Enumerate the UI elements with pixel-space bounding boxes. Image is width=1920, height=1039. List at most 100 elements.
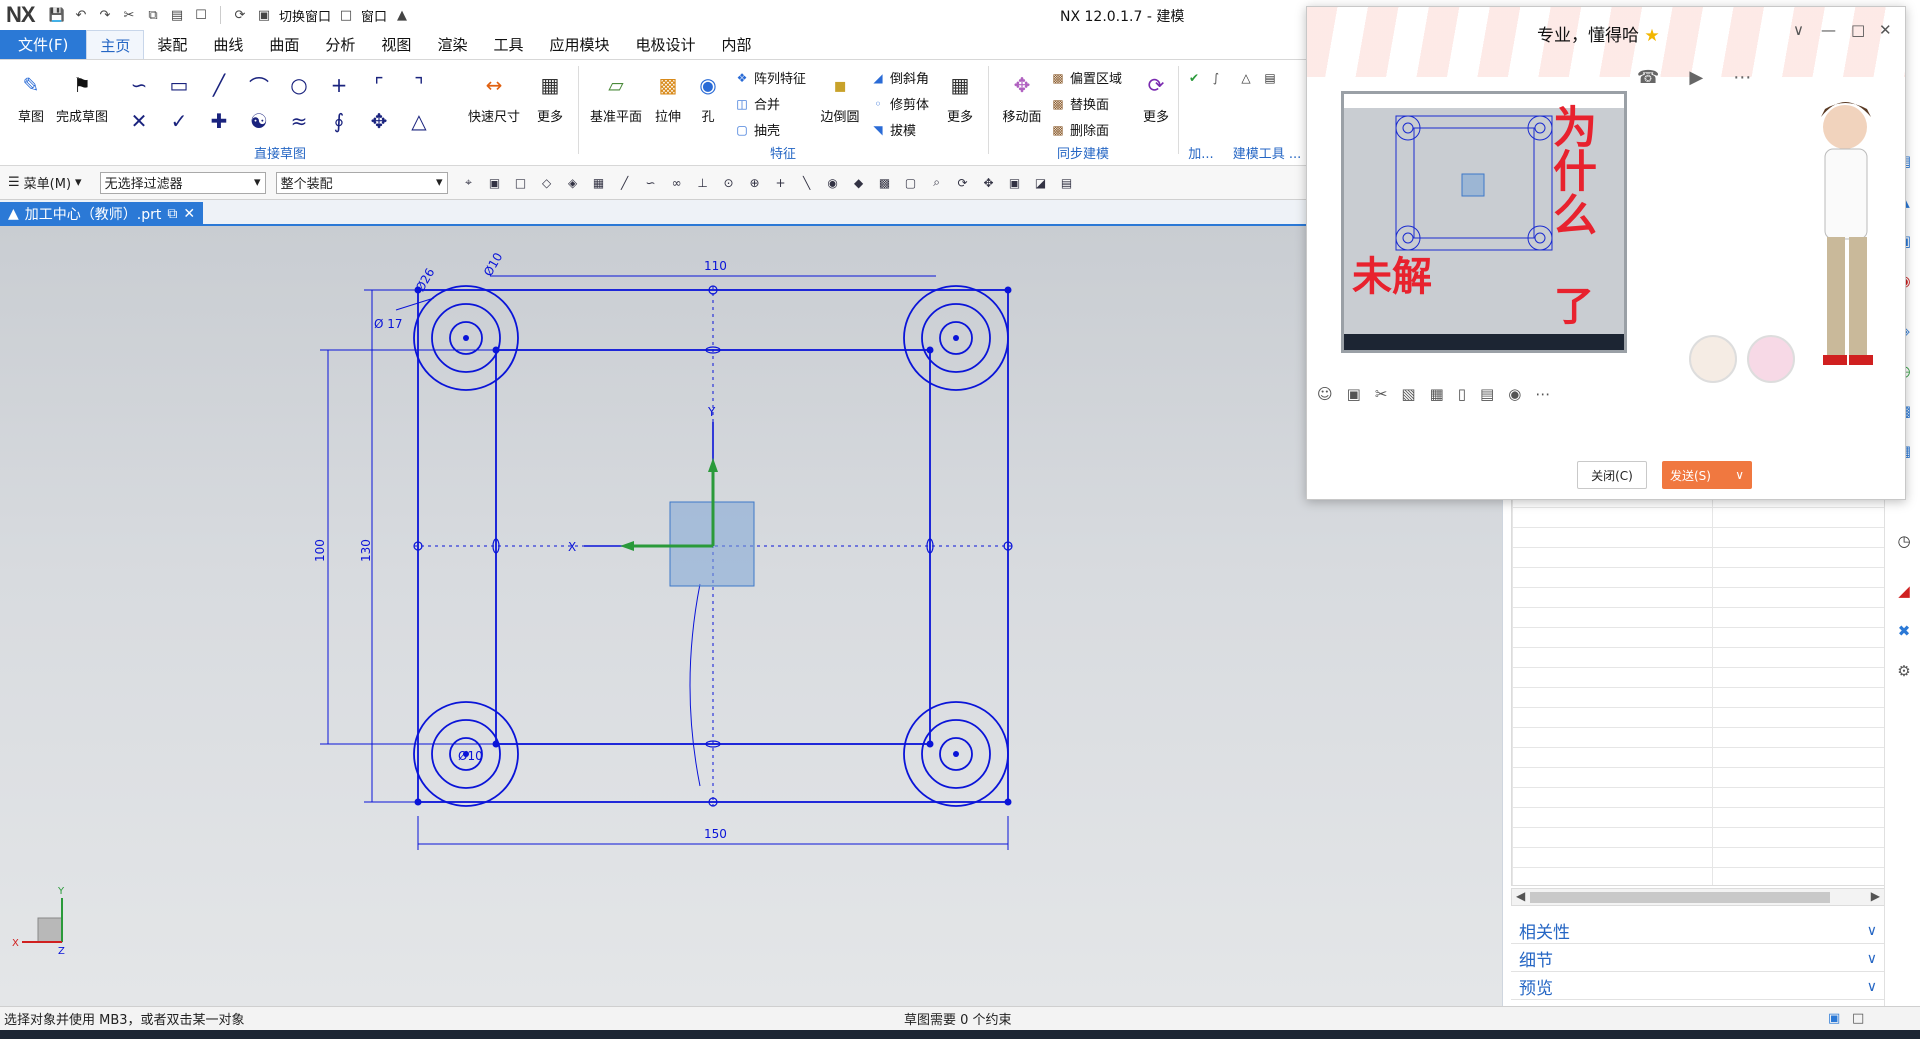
face-point-icon[interactable]: ◆ <box>850 174 868 192</box>
shake-icon[interactable]: ▯ <box>1458 385 1466 403</box>
type-filter-dropdown[interactable]: 无选择过滤器 ▾ <box>99 171 266 194</box>
phone-icon[interactable]: ☎ <box>1637 67 1659 88</box>
bounded-point-icon[interactable]: ▩ <box>876 174 894 192</box>
tab-internal[interactable]: 内部 <box>709 30 765 59</box>
dim-100-label[interactable]: 100 <box>313 539 327 562</box>
document-tab[interactable]: ▲ 加工中心（教师）.prt ⧉ ✕ <box>0 202 204 226</box>
window-icon[interactable]: □ <box>337 6 355 24</box>
scope-dropdown[interactable]: 整个装配 ▾ <box>275 171 448 194</box>
paste-icon[interactable]: ▤ <box>168 6 186 24</box>
pan-icon[interactable]: ✥ <box>980 174 998 192</box>
quadrant-point-icon[interactable]: ⊕ <box>746 174 764 192</box>
shaded-icon[interactable]: ◈ <box>564 174 582 192</box>
touch-mode-icon[interactable]: ☐ <box>192 6 210 24</box>
horizontal-scrollbar[interactable]: ◀ ▶ <box>1511 888 1885 906</box>
curve-snap-icon[interactable]: ∽ <box>642 174 660 192</box>
section-preview[interactable]: 预览 ∨ <box>1511 974 1885 1000</box>
redo-icon[interactable]: ↷ <box>96 6 114 24</box>
dim-150-label[interactable]: 150 <box>704 827 727 841</box>
tab-render[interactable]: 渲染 <box>424 30 480 59</box>
orient-view-icon[interactable]: ◪ <box>1032 174 1050 192</box>
dim-130-label[interactable]: 130 <box>359 539 373 562</box>
dim-phi10b-label[interactable]: Ø10 <box>458 749 483 763</box>
dim-110-label[interactable]: 110 <box>704 259 727 273</box>
tangent-icon[interactable]: ╲ <box>798 174 816 192</box>
sketch-canvas[interactable]: 110 150 100 130 Ø 17 Ø26 Ø10 Ø10 X Y Y X… <box>0 226 1502 1006</box>
section-dependencies[interactable]: 相关性 ∨ <box>1511 918 1885 944</box>
zoom-icon[interactable]: ⌕ <box>928 174 946 192</box>
main-menu-button[interactable]: ☰ 菜单(M) ▾ <box>8 173 82 192</box>
sketch-more-button[interactable]: ▦ 更多 <box>530 68 570 125</box>
scroll-thumb[interactable] <box>1530 892 1830 903</box>
rotate-icon[interactable]: ⟳ <box>954 174 972 192</box>
chevron-left-icon[interactable]: ◀ <box>1516 889 1525 903</box>
tab-analysis[interactable]: 分析 <box>312 30 368 59</box>
save-icon[interactable]: 💾 <box>48 6 66 24</box>
minimize-icon[interactable]: — <box>1821 21 1836 39</box>
tab-view[interactable]: 视图 <box>368 30 424 59</box>
window-menu-button[interactable]: 窗口 <box>361 6 387 25</box>
scissors-icon[interactable]: ✂ <box>1375 385 1388 403</box>
tab-surface[interactable]: 曲面 <box>256 30 312 59</box>
layer-icon[interactable]: ▤ <box>1058 174 1076 192</box>
selection-mode-icon[interactable]: ▣ <box>1828 1011 1840 1026</box>
tab-file[interactable]: 文件(F) <box>0 30 87 59</box>
more-icon[interactable]: ⋯ <box>1535 385 1550 403</box>
select-icon[interactable]: ⌖ <box>460 174 478 192</box>
wireframe-icon[interactable]: ◇ <box>538 174 556 192</box>
switch-window-icon[interactable]: ▣ <box>255 6 273 24</box>
close-icon[interactable]: ✕ <box>183 206 195 222</box>
avatar[interactable] <box>1747 335 1795 383</box>
fit-view-icon[interactable]: ▢ <box>902 174 920 192</box>
voice-icon[interactable]: ◉ <box>1508 385 1521 403</box>
restore-icon[interactable]: ⧉ <box>167 206 177 222</box>
send-button[interactable]: 发送(S) ∨ <box>1662 461 1752 489</box>
close-icon[interactable]: ✕ <box>1879 21 1892 39</box>
undo-icon[interactable]: ↶ <box>72 6 90 24</box>
tab-assembly[interactable]: 装配 <box>144 30 200 59</box>
intersection-icon[interactable]: + <box>772 174 790 192</box>
screen-icon[interactable]: □ <box>1852 1011 1864 1026</box>
tab-curve[interactable]: 曲线 <box>200 30 256 59</box>
cube-icon[interactable]: ▲ <box>393 6 411 24</box>
tab-tools[interactable]: 工具 <box>480 30 536 59</box>
dim-phi10-label[interactable]: Ø10 <box>481 250 505 278</box>
folder-icon[interactable]: ▧ <box>1401 385 1415 403</box>
avatar[interactable] <box>1689 335 1737 383</box>
clock-icon[interactable]: ◷ <box>1893 530 1915 552</box>
close-button[interactable]: 关闭(C) <box>1577 461 1647 489</box>
lasso-icon[interactable]: □ <box>512 174 530 192</box>
palette-icon[interactable]: ◢ <box>1893 580 1915 602</box>
chevron-right-icon[interactable]: ▶ <box>1871 889 1880 903</box>
center-point-icon[interactable]: ⊙ <box>720 174 738 192</box>
role-icon[interactable]: ⚙ <box>1893 660 1915 682</box>
tools-icon[interactable]: ✖ <box>1893 620 1915 642</box>
image-icon[interactable]: ▦ <box>1430 385 1444 403</box>
mid-point-icon[interactable]: ⊥ <box>694 174 712 192</box>
repeat-command-icon[interactable]: ⟳ <box>231 6 249 24</box>
chevron-down-icon[interactable]: ∨ <box>1793 21 1804 39</box>
red-packet-icon[interactable]: ▤ <box>1480 385 1494 403</box>
end-point-icon[interactable]: ∞ <box>668 174 686 192</box>
tab-home[interactable]: 主页 <box>86 30 145 59</box>
rapid-dimension-button[interactable]: ↔ 快速尺寸 <box>466 68 522 125</box>
render-style-icon[interactable]: ▣ <box>1006 174 1024 192</box>
tab-applications[interactable]: 应用模块 <box>536 30 622 59</box>
switch-window-button[interactable]: 切换窗口 <box>279 6 331 25</box>
copy-icon[interactable]: ⧉ <box>144 6 162 24</box>
filter-icon[interactable]: ▣ <box>486 174 504 192</box>
grid-icon[interactable]: ▦ <box>590 174 608 192</box>
more-icon[interactable]: ⋯ <box>1733 67 1751 88</box>
line-snap-icon[interactable]: ╱ <box>616 174 634 192</box>
chevron-down-icon[interactable]: ∨ <box>1735 468 1744 482</box>
tab-electrode-design[interactable]: 电极设计 <box>622 30 708 59</box>
section-details[interactable]: 细节 ∨ <box>1511 946 1885 972</box>
cut-icon[interactable]: ✂ <box>120 6 138 24</box>
video-icon[interactable]: ▶ <box>1689 67 1703 88</box>
emoji-icon[interactable]: ☺ <box>1317 385 1333 403</box>
chat-image-message[interactable]: 为什么 未解 了 <box>1341 91 1627 353</box>
dim-phi17-label[interactable]: Ø 17 <box>374 317 403 331</box>
graphics-window[interactable]: 110 150 100 130 Ø 17 Ø26 Ø10 Ø10 X Y Y X… <box>0 226 1502 1006</box>
existing-point-icon[interactable]: ◉ <box>824 174 842 192</box>
gif-icon[interactable]: ▣ <box>1347 385 1361 403</box>
